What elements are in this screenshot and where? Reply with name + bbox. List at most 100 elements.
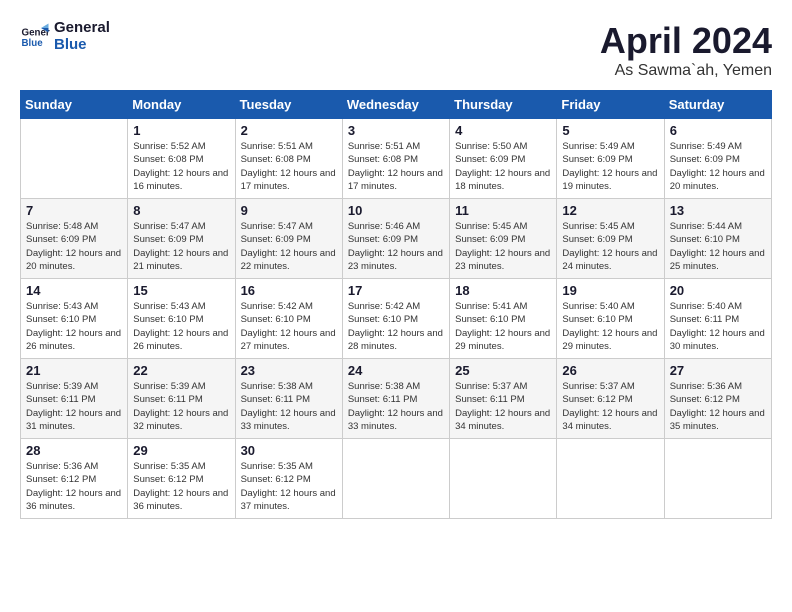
calendar-cell: 8 Sunrise: 5:47 AM Sunset: 6:09 PM Daylig… <box>128 199 235 279</box>
logo-icon: General Blue <box>20 22 50 52</box>
day-number: 23 <box>241 363 337 378</box>
calendar-cell: 28 Sunrise: 5:36 AM Sunset: 6:12 PM Dayli… <box>21 439 128 519</box>
calendar-cell <box>557 439 664 519</box>
calendar-cell <box>21 119 128 199</box>
day-number: 26 <box>562 363 658 378</box>
day-info: Sunrise: 5:40 AM Sunset: 6:11 PM Dayligh… <box>670 300 766 353</box>
calendar-week-row: 28 Sunrise: 5:36 AM Sunset: 6:12 PM Dayli… <box>21 439 772 519</box>
day-info: Sunrise: 5:37 AM Sunset: 6:11 PM Dayligh… <box>455 380 551 433</box>
calendar-cell: 6Sunrise: 5:49 AM Sunset: 6:09 PM Daylig… <box>664 119 771 199</box>
calendar-cell: 14 Sunrise: 5:43 AM Sunset: 6:10 PM Dayli… <box>21 279 128 359</box>
calendar-week-row: 21Sunrise: 5:39 AM Sunset: 6:11 PM Dayli… <box>21 359 772 439</box>
logo-line1: General <box>54 20 110 37</box>
weekday-header: Monday <box>128 91 235 119</box>
day-number: 2 <box>241 123 337 138</box>
calendar-cell: 5Sunrise: 5:49 AM Sunset: 6:09 PM Daylig… <box>557 119 664 199</box>
calendar-cell: 13Sunrise: 5:44 AM Sunset: 6:10 PM Dayli… <box>664 199 771 279</box>
calendar-cell <box>342 439 449 519</box>
day-number: 25 <box>455 363 551 378</box>
day-number: 24 <box>348 363 444 378</box>
day-number: 8 <box>133 203 229 218</box>
day-number: 28 <box>26 443 122 458</box>
calendar-week-row: 14 Sunrise: 5:43 AM Sunset: 6:10 PM Dayli… <box>21 279 772 359</box>
day-number: 30 <box>241 443 337 458</box>
calendar-cell: 30 Sunrise: 5:35 AM Sunset: 6:12 PM Dayli… <box>235 439 342 519</box>
calendar-cell: 27 Sunrise: 5:36 AM Sunset: 6:12 PM Dayli… <box>664 359 771 439</box>
calendar-cell: 20 Sunrise: 5:40 AM Sunset: 6:11 PM Dayli… <box>664 279 771 359</box>
day-number: 17 <box>348 283 444 298</box>
day-number: 15 <box>133 283 229 298</box>
day-number: 13 <box>670 203 766 218</box>
day-number: 22 <box>133 363 229 378</box>
day-info: Sunrise: 5:41 AM Sunset: 6:10 PM Dayligh… <box>455 300 551 353</box>
calendar-table: SundayMondayTuesdayWednesdayThursdayFrid… <box>20 90 772 519</box>
calendar-cell: 25 Sunrise: 5:37 AM Sunset: 6:11 PM Dayli… <box>450 359 557 439</box>
day-info: Sunrise: 5:47 AM Sunset: 6:09 PM Dayligh… <box>133 220 229 273</box>
page-header: General Blue General Blue April 2024 As … <box>20 20 772 80</box>
day-number: 5 <box>562 123 658 138</box>
day-info: Sunrise: 5:35 AM Sunset: 6:12 PM Dayligh… <box>133 460 229 513</box>
calendar-cell <box>450 439 557 519</box>
calendar-cell: 10 Sunrise: 5:46 AM Sunset: 6:09 PM Dayli… <box>342 199 449 279</box>
day-info: Sunrise: 5:50 AM Sunset: 6:09 PM Dayligh… <box>455 140 551 193</box>
day-number: 6 <box>670 123 766 138</box>
day-number: 14 <box>26 283 122 298</box>
day-number: 9 <box>241 203 337 218</box>
day-info: Sunrise: 5:39 AM Sunset: 6:11 PM Dayligh… <box>26 380 122 433</box>
logo: General Blue General Blue <box>20 20 110 53</box>
day-number: 10 <box>348 203 444 218</box>
day-number: 20 <box>670 283 766 298</box>
day-info: Sunrise: 5:35 AM Sunset: 6:12 PM Dayligh… <box>241 460 337 513</box>
day-number: 19 <box>562 283 658 298</box>
day-info: Sunrise: 5:43 AM Sunset: 6:10 PM Dayligh… <box>133 300 229 353</box>
day-info: Sunrise: 5:45 AM Sunset: 6:09 PM Dayligh… <box>562 220 658 273</box>
month-title: April 2024 <box>600 20 772 62</box>
location-title: As Sawma`ah, Yemen <box>600 62 772 80</box>
day-number: 3 <box>348 123 444 138</box>
calendar-cell: 23Sunrise: 5:38 AM Sunset: 6:11 PM Dayli… <box>235 359 342 439</box>
calendar-cell: 17 Sunrise: 5:42 AM Sunset: 6:10 PM Dayli… <box>342 279 449 359</box>
day-info: Sunrise: 5:42 AM Sunset: 6:10 PM Dayligh… <box>348 300 444 353</box>
calendar-cell: 3 Sunrise: 5:51 AM Sunset: 6:08 PM Daylig… <box>342 119 449 199</box>
calendar-cell: 15 Sunrise: 5:43 AM Sunset: 6:10 PM Dayli… <box>128 279 235 359</box>
day-info: Sunrise: 5:36 AM Sunset: 6:12 PM Dayligh… <box>26 460 122 513</box>
weekday-header: Wednesday <box>342 91 449 119</box>
weekday-header: Sunday <box>21 91 128 119</box>
day-number: 12 <box>562 203 658 218</box>
day-info: Sunrise: 5:43 AM Sunset: 6:10 PM Dayligh… <box>26 300 122 353</box>
day-info: Sunrise: 5:40 AM Sunset: 6:10 PM Dayligh… <box>562 300 658 353</box>
calendar-cell: 7 Sunrise: 5:48 AM Sunset: 6:09 PM Daylig… <box>21 199 128 279</box>
day-info: Sunrise: 5:36 AM Sunset: 6:12 PM Dayligh… <box>670 380 766 433</box>
day-info: Sunrise: 5:38 AM Sunset: 6:11 PM Dayligh… <box>348 380 444 433</box>
weekday-header: Thursday <box>450 91 557 119</box>
day-info: Sunrise: 5:51 AM Sunset: 6:08 PM Dayligh… <box>348 140 444 193</box>
calendar-cell: 18 Sunrise: 5:41 AM Sunset: 6:10 PM Dayli… <box>450 279 557 359</box>
day-info: Sunrise: 5:42 AM Sunset: 6:10 PM Dayligh… <box>241 300 337 353</box>
calendar-cell: 29 Sunrise: 5:35 AM Sunset: 6:12 PM Dayli… <box>128 439 235 519</box>
calendar-cell: 21Sunrise: 5:39 AM Sunset: 6:11 PM Dayli… <box>21 359 128 439</box>
title-section: April 2024 As Sawma`ah, Yemen <box>600 20 772 80</box>
calendar-cell: 26 Sunrise: 5:37 AM Sunset: 6:12 PM Dayli… <box>557 359 664 439</box>
weekday-header: Saturday <box>664 91 771 119</box>
calendar-week-row: 1Sunrise: 5:52 AM Sunset: 6:08 PM Daylig… <box>21 119 772 199</box>
logo-line2: Blue <box>54 37 110 54</box>
calendar-cell: 19 Sunrise: 5:40 AM Sunset: 6:10 PM Dayli… <box>557 279 664 359</box>
calendar-cell: 4Sunrise: 5:50 AM Sunset: 6:09 PM Daylig… <box>450 119 557 199</box>
day-info: Sunrise: 5:46 AM Sunset: 6:09 PM Dayligh… <box>348 220 444 273</box>
calendar-cell: 11Sunrise: 5:45 AM Sunset: 6:09 PM Dayli… <box>450 199 557 279</box>
day-number: 18 <box>455 283 551 298</box>
day-info: Sunrise: 5:47 AM Sunset: 6:09 PM Dayligh… <box>241 220 337 273</box>
day-number: 27 <box>670 363 766 378</box>
day-info: Sunrise: 5:45 AM Sunset: 6:09 PM Dayligh… <box>455 220 551 273</box>
calendar-cell: 9 Sunrise: 5:47 AM Sunset: 6:09 PM Daylig… <box>235 199 342 279</box>
day-info: Sunrise: 5:48 AM Sunset: 6:09 PM Dayligh… <box>26 220 122 273</box>
day-number: 29 <box>133 443 229 458</box>
day-number: 1 <box>133 123 229 138</box>
day-number: 7 <box>26 203 122 218</box>
day-info: Sunrise: 5:37 AM Sunset: 6:12 PM Dayligh… <box>562 380 658 433</box>
svg-text:Blue: Blue <box>22 38 44 49</box>
weekday-header: Tuesday <box>235 91 342 119</box>
header-row: SundayMondayTuesdayWednesdayThursdayFrid… <box>21 91 772 119</box>
calendar-cell: 2Sunrise: 5:51 AM Sunset: 6:08 PM Daylig… <box>235 119 342 199</box>
calendar-cell: 22Sunrise: 5:39 AM Sunset: 6:11 PM Dayli… <box>128 359 235 439</box>
